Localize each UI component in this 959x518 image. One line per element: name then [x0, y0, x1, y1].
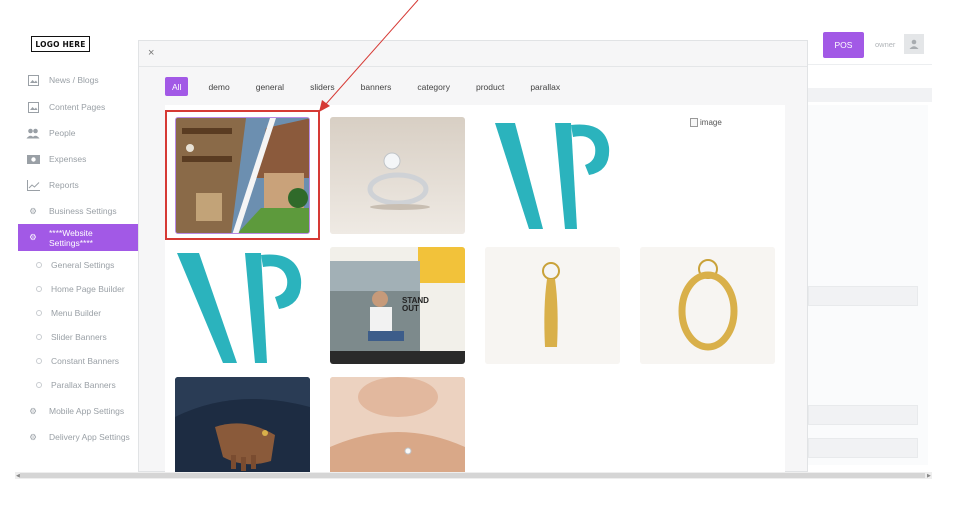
money-icon: [26, 153, 40, 165]
background-input-field[interactable]: [808, 405, 918, 425]
gallery-image-wp-logo[interactable]: [485, 117, 620, 234]
sidebar-item-label: Delivery App Settings: [49, 432, 130, 442]
sidebar-subitem-slider-banners[interactable]: Slider Banners: [36, 328, 107, 346]
gallery-image-fashion-poster[interactable]: STAND OUT: [330, 247, 465, 364]
chart-line-icon: [26, 179, 40, 191]
content-header-bar: [808, 88, 932, 102]
background-input-field[interactable]: [808, 286, 918, 306]
people-icon: [26, 127, 40, 139]
sidebar-item-label: People: [49, 128, 76, 138]
gallery-image-interior-house[interactable]: [175, 117, 310, 234]
page: LOGO HERE News / Blogs Content Pages Peo…: [0, 0, 959, 518]
circle-icon: [36, 310, 42, 316]
scrollbar-thumb[interactable]: [20, 473, 925, 478]
close-icon[interactable]: ×: [148, 47, 154, 59]
circle-icon: [36, 286, 42, 292]
gallery-image-hand-ring[interactable]: [175, 377, 310, 472]
image-icon: [26, 101, 40, 113]
sidebar-subitem-menu-builder[interactable]: Menu Builder: [36, 304, 101, 322]
filter-tab-parallax[interactable]: parallax: [530, 77, 560, 96]
gallery-image-wp-logo-2[interactable]: [175, 247, 310, 364]
sidebar-item-mobile-app-settings[interactable]: ⚙ Mobile App Settings: [26, 401, 124, 421]
sidebar-subitem-label: Constant Banners: [51, 356, 120, 366]
sidebar-item-expenses[interactable]: Expenses: [26, 149, 86, 169]
filter-tab-product[interactable]: product: [476, 77, 504, 96]
circle-icon: [36, 334, 42, 340]
sidebar-item-website-settings[interactable]: ⚙ ****Website Settings****: [18, 224, 139, 251]
gallery-image-gold-ring[interactable]: [485, 247, 620, 364]
sidebar-subitem-general-settings[interactable]: General Settings: [36, 256, 114, 274]
svg-text:OUT: OUT: [402, 304, 419, 313]
gears-icon: ⚙: [29, 205, 37, 216]
sidebar-subitem-parallax-banners[interactable]: Parallax Banners: [36, 376, 116, 394]
sidebar-item-label: Business Settings: [49, 206, 117, 216]
gallery-image-diamond-ring[interactable]: [330, 117, 465, 234]
filter-tab-category[interactable]: category: [417, 77, 450, 96]
sidebar-item-people[interactable]: People: [26, 123, 75, 143]
filter-tab-demo[interactable]: demo: [208, 77, 229, 96]
sidebar-item-reports[interactable]: Reports: [26, 175, 79, 195]
sidebar-subitem-constant-banners[interactable]: Constant Banners: [36, 352, 119, 370]
media-gallery-modal: × All demo general sliders banners categ…: [138, 40, 808, 472]
sidebar-item-delivery-app-settings[interactable]: ⚙ Delivery App Settings: [26, 427, 130, 447]
gallery-image-gold-ring-2[interactable]: [640, 247, 775, 364]
sidebar-subitem-label: General Settings: [51, 260, 115, 270]
avatar[interactable]: [904, 34, 924, 54]
sidebar-item-business-settings[interactable]: ⚙ Business Settings: [26, 201, 117, 221]
gallery-image-broken[interactable]: [640, 117, 775, 234]
sidebar-subitem-label: Home Page Builder: [51, 284, 125, 294]
filter-tab-general[interactable]: general: [256, 77, 284, 96]
user-icon: [909, 39, 919, 49]
image-icon: [26, 74, 40, 86]
sidebar-subitem-home-page-builder[interactable]: Home Page Builder: [36, 280, 125, 298]
gears-icon: ⚙: [29, 405, 37, 416]
sidebar-item-news-blogs[interactable]: News / Blogs: [26, 70, 99, 90]
sidebar-item-content-pages[interactable]: Content Pages: [26, 97, 105, 117]
broken-image-placeholder: image: [690, 118, 722, 127]
gallery-image-face-ring[interactable]: [330, 377, 465, 472]
sidebar-item-label: Content Pages: [49, 102, 106, 112]
modal-header-divider: [139, 66, 807, 67]
scroll-right-icon[interactable]: ▶: [927, 473, 931, 479]
pos-button[interactable]: POS: [823, 32, 864, 58]
circle-icon: [36, 382, 42, 388]
gears-icon: ⚙: [29, 431, 37, 442]
filter-tab-sliders[interactable]: sliders: [310, 77, 335, 96]
image-grid: STAND OUT: [165, 105, 785, 472]
logo[interactable]: LOGO HERE: [31, 36, 90, 52]
broken-image-icon: [690, 118, 698, 127]
sidebar-subitem-label: Menu Builder: [51, 308, 102, 318]
scroll-left-icon[interactable]: ◀: [16, 473, 20, 479]
sidebar-item-label: ****Website Settings****: [48, 227, 93, 248]
sidebar-item-label: News / Blogs: [49, 75, 99, 85]
sidebar-subitem-label: Parallax Banners: [51, 380, 116, 390]
broken-image-alt: image: [700, 118, 722, 127]
header-divider: [808, 64, 932, 65]
filter-tab-banners[interactable]: banners: [361, 77, 392, 96]
sidebar-item-label: Reports: [49, 180, 79, 190]
user-name[interactable]: owner: [875, 40, 895, 49]
filter-tabs: All demo general sliders banners categor…: [165, 77, 586, 96]
sidebar-item-label: Expenses: [49, 154, 87, 164]
gears-icon: ⚙: [29, 232, 37, 242]
background-input-field[interactable]: [808, 438, 918, 458]
sidebar-item-label: Mobile App Settings: [49, 406, 125, 416]
circle-icon: [36, 358, 42, 364]
filter-tab-all[interactable]: All: [165, 77, 189, 96]
circle-icon: [36, 262, 42, 268]
sidebar-subitem-label: Slider Banners: [51, 332, 107, 342]
